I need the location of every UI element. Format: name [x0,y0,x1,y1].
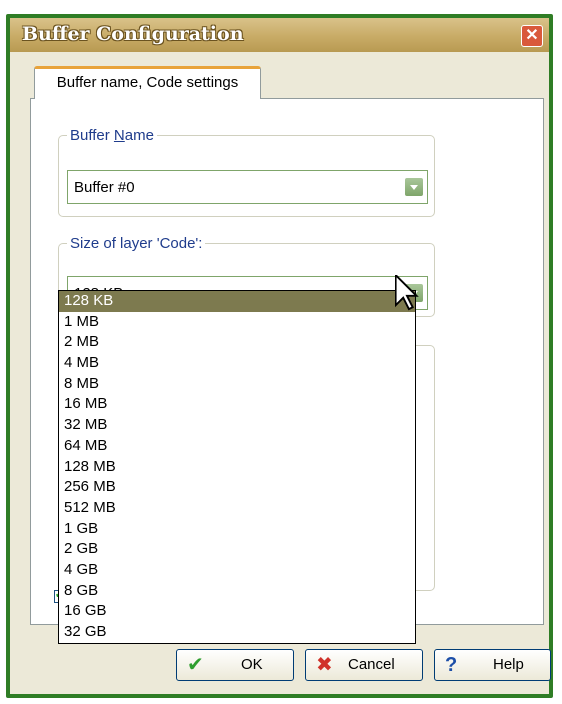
mouse-cursor-icon [395,275,419,311]
buffer-name-group: Buffer Name Buffer #0 [58,127,435,217]
dropdown-option[interactable]: 1 GB [59,519,415,540]
dropdown-option[interactable]: 8 GB [59,581,415,602]
question-icon: ? [445,654,458,676]
checkmark-icon: ✔ [187,654,204,676]
close-icon: ✕ [525,27,539,44]
buffer-name-combo[interactable]: Buffer #0 [67,170,428,204]
window-title: Buffer Configuration [22,23,244,45]
dropdown-option[interactable]: 8 MB [59,374,415,395]
title-bar[interactable]: Buffer Configuration ✕ [10,18,549,52]
ok-button[interactable]: ✔ OK [176,649,294,681]
dropdown-option[interactable]: 256 MB [59,477,415,498]
tab-label: Buffer name, Code settings [56,74,239,91]
tab-buffer-name-code-settings[interactable]: Buffer name, Code settings [34,66,261,99]
close-button[interactable]: ✕ [521,25,543,47]
dropdown-option[interactable]: 2 GB [59,539,415,560]
buffer-name-value: Buffer #0 [74,179,135,196]
buffer-name-legend: Buffer Name [70,127,154,144]
dropdown-option[interactable]: 128 MB [59,457,415,478]
help-button[interactable]: ? Help [434,649,551,681]
dropdown-option[interactable]: 1 MB [59,312,415,333]
dropdown-option[interactable]: 16 MB [59,394,415,415]
dropdown-option[interactable]: 4 GB [59,560,415,581]
cancel-button[interactable]: ✖ Cancel [305,649,423,681]
dropdown-option[interactable]: 32 GB [59,622,415,643]
code-size-dropdown-list[interactable]: 128 KB 1 MB 2 MB 4 MB 8 MB 16 MB 32 MB 64 MB 128… [58,290,416,644]
code-size-legend: Size of layer 'Code': [70,235,203,252]
dropdown-option[interactable]: 512 MB [59,498,415,519]
x-icon: ✖ [316,654,333,676]
dropdown-option[interactable]: 2 MB [59,332,415,353]
chevron-down-icon[interactable] [405,178,423,196]
dropdown-option[interactable]: 128 KB [59,291,415,312]
dropdown-option[interactable]: 16 GB [59,601,415,622]
dropdown-option[interactable]: 4 MB [59,353,415,374]
dropdown-option[interactable]: 32 MB [59,415,415,436]
dropdown-option[interactable]: 64 MB [59,436,415,457]
